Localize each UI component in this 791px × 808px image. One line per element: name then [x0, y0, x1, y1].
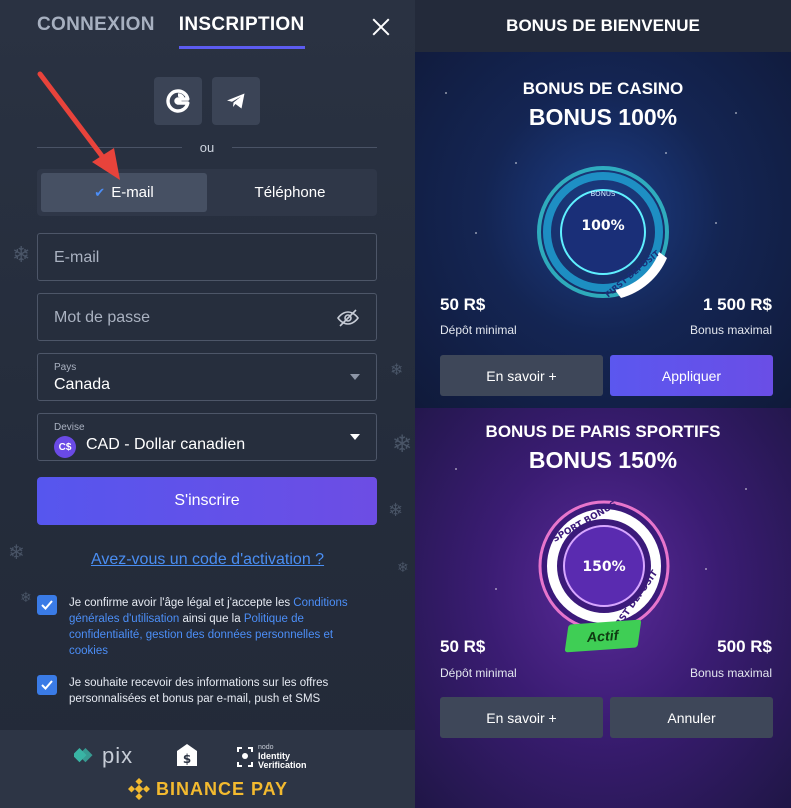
activation-code-link[interactable]: Avez-vous un code d'activation ? — [0, 551, 415, 569]
svg-text:$: $ — [183, 752, 191, 766]
register-button[interactable]: S'inscrire — [37, 477, 377, 525]
auth-tabs: CONNEXION INSCRIPTION — [37, 14, 305, 49]
google-login-button[interactable] — [154, 77, 202, 125]
casino-max-amount: 1 500 R$ — [703, 295, 772, 314]
sport-cancel-button[interactable]: Annuler — [610, 697, 773, 738]
country-label: Pays — [54, 362, 77, 373]
terms-checkbox[interactable] — [37, 595, 57, 615]
bank-transfer-icon: $ — [177, 744, 197, 766]
sport-learn-more-button[interactable]: En savoir + — [440, 697, 603, 738]
chevron-down-icon — [350, 374, 360, 380]
casino-max-label: Bonus maximal — [689, 323, 772, 337]
active-status-badge: Actif — [564, 619, 642, 653]
snowflake-decoration: ❄ — [20, 590, 32, 606]
check-icon — [41, 680, 53, 690]
tab-register[interactable]: INSCRIPTION — [178, 14, 305, 49]
pix-logo: pix — [74, 743, 133, 769]
snowflake-decoration: ❄ — [392, 430, 413, 458]
telegram-icon — [227, 93, 245, 109]
close-icon[interactable] — [368, 14, 394, 40]
casino-badge-top: BONUS — [591, 190, 617, 198]
sport-bonus-badge: SPORT BONUS 150% FIRST DEPOSIT — [538, 500, 670, 636]
check-icon: ✔ — [94, 184, 106, 200]
marketing-checkbox[interactable] — [37, 675, 57, 695]
casino-min-label: Dépôt minimal — [440, 323, 517, 337]
currency-select[interactable]: Devise C$ CAD - Dollar canadien — [37, 413, 377, 461]
casino-bonus-subtitle: BONUS 100% — [528, 104, 678, 130]
sport-max-label: Bonus maximal — [689, 666, 772, 680]
marketing-consent-text: Je souhaite recevoir des informations su… — [69, 677, 329, 705]
casino-bonus-title: BONUS DE CASINO — [522, 79, 684, 98]
annotation-arrow-icon — [37, 71, 120, 180]
casino-learn-more-button[interactable]: En savoir + — [440, 355, 603, 396]
snowflake-decoration: ❄ — [12, 243, 31, 268]
telegram-login-button[interactable] — [212, 77, 260, 125]
identity-verification-logo: nodo Identity Verification — [236, 743, 307, 770]
eye-slash-icon[interactable] — [336, 308, 360, 328]
terms-text-part: ainsi que la — [179, 613, 244, 625]
sport-min-label: Dépôt minimal — [440, 666, 517, 680]
pix-label: pix — [102, 743, 134, 768]
sport-badge-percent: 150% — [582, 559, 625, 575]
google-icon — [166, 89, 190, 113]
currency-label: Devise — [54, 422, 85, 433]
binance-icon — [128, 778, 150, 800]
snowflake-decoration: ❄ — [390, 360, 404, 379]
casino-min-amount: 50 R$ — [440, 295, 486, 314]
snowflake-decoration: ❄ — [388, 500, 404, 521]
country-value: Canada — [54, 376, 111, 393]
casino-apply-button[interactable]: Appliquer — [610, 355, 773, 396]
binance-label: BINANCE PAY — [156, 778, 289, 799]
casino-bonus-badge: BONUS 100% FIRST DEPOSIT — [537, 166, 669, 299]
sport-bonus-subtitle: BONUS 150% — [528, 447, 678, 473]
method-phone-label: Téléphone — [254, 184, 326, 201]
email-field[interactable]: E-mail — [37, 233, 377, 281]
sport-max-amount: 500 R$ — [717, 637, 772, 656]
identity-line: Verification — [258, 760, 307, 770]
sport-min-amount: 50 R$ — [440, 637, 486, 656]
face-id-icon — [237, 746, 253, 767]
email-placeholder: E-mail — [54, 249, 100, 266]
chevron-down-icon — [350, 434, 360, 440]
password-field[interactable]: Mot de passe — [37, 293, 377, 341]
welcome-bonus-panel: BONUS DE BIENVENUE BONUS DE CASINO BONUS… — [415, 0, 791, 808]
method-email-label: E-mail — [111, 184, 154, 201]
currency-badge-icon: C$ — [54, 436, 76, 458]
terms-consent-text: Je confirme avoir l'âge légal et j'accep… — [69, 595, 374, 659]
casino-badge-percent: 100% — [581, 218, 624, 234]
bonus-panel-header: BONUS DE BIENVENUE — [415, 0, 791, 52]
check-icon — [41, 600, 53, 610]
method-phone-option[interactable]: Téléphone — [207, 173, 373, 212]
password-placeholder: Mot de passe — [54, 309, 151, 326]
terms-text-part: Je confirme avoir l'âge légal et j'accep… — [69, 597, 294, 609]
active-status-label: Actif — [586, 627, 620, 645]
sport-bonus-title: BONUS DE PARIS SPORTIFS — [485, 422, 721, 441]
country-select[interactable]: Pays Canada — [37, 353, 377, 401]
binance-pay-logo: BINANCE PAY — [128, 778, 288, 800]
tab-login[interactable]: CONNEXION — [37, 14, 155, 49]
currency-value: CAD - Dollar canadien — [86, 436, 246, 453]
pix-icon — [74, 748, 93, 763]
